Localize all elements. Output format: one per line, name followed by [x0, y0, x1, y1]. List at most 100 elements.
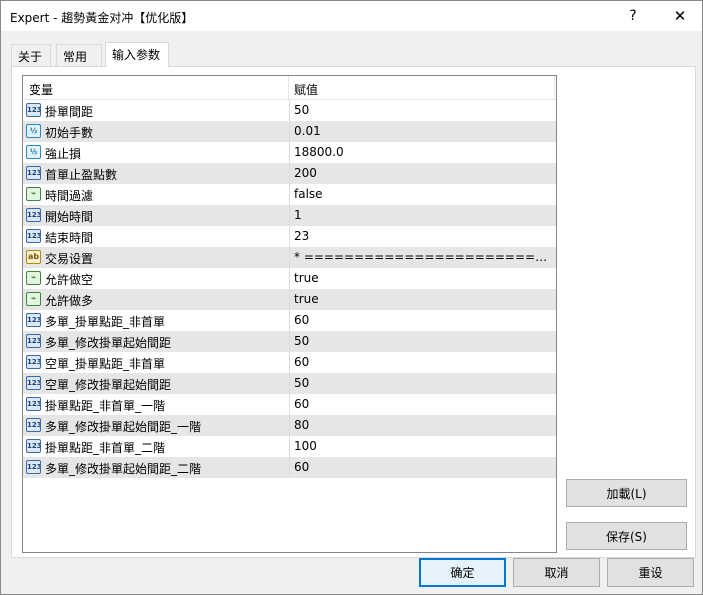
table-row[interactable]: 123 掛單點距_非首單_二階 100 — [23, 436, 556, 457]
close-icon[interactable]: ✕ — [658, 1, 702, 31]
int-type-icon: 123 — [26, 460, 41, 474]
table-row[interactable]: ½ 強止損 18800.0 — [23, 142, 556, 163]
tab-inputs[interactable]: 输入参数 — [105, 42, 169, 67]
int-type-icon: 123 — [26, 313, 41, 327]
table-row[interactable]: 123 空單_掛單點距_非首單 60 — [23, 352, 556, 373]
table-row[interactable]: 123 掛單點距_非首單_一階 60 — [23, 394, 556, 415]
column-divider — [289, 457, 290, 478]
table-row[interactable]: 123 開始時間 1 — [23, 205, 556, 226]
table-row[interactable]: 123 結束時間 23 — [23, 226, 556, 247]
table-row[interactable]: 123 多單_修改掛單起始間距_一階 80 — [23, 415, 556, 436]
column-divider — [289, 100, 290, 121]
variable-value[interactable]: 50 — [294, 103, 552, 117]
variable-value[interactable]: 80 — [294, 418, 552, 432]
bool-type-icon: ⌁ — [26, 292, 41, 306]
tab-common[interactable]: 常用 — [56, 44, 102, 66]
variable-name: 掛單點距_非首單_一階 — [45, 399, 166, 413]
int-type-icon: 123 — [26, 208, 41, 222]
variable-name: 時間過濾 — [45, 189, 94, 203]
table-row[interactable]: ½ 初始手數 0.01 — [23, 121, 556, 142]
column-divider — [289, 247, 290, 268]
inputs-grid[interactable]: 变量 赋值 123 掛單間距 50 ½ 初始手數 0.01 ½ 強止損 18800.0 123 首單… — [22, 75, 557, 553]
variable-value[interactable]: 50 — [294, 376, 552, 390]
column-divider — [289, 331, 290, 352]
help-icon[interactable]: ? — [611, 1, 655, 31]
variable-name: 多單_修改掛單起始間距 — [45, 336, 172, 350]
variable-name: 初始手數 — [45, 126, 94, 140]
reset-button[interactable]: 重设 — [607, 558, 694, 587]
table-row[interactable]: ab 交易设置 * ===========================... — [23, 247, 556, 268]
column-divider — [289, 415, 290, 436]
tab-about[interactable]: 关于 — [11, 44, 51, 66]
save-button[interactable]: 保存(S) — [566, 522, 687, 550]
cancel-button[interactable]: 取消 — [513, 558, 600, 587]
variable-value[interactable]: false — [294, 187, 552, 201]
variable-value[interactable]: * ===========================... — [294, 250, 552, 264]
int-type-icon: 123 — [26, 103, 41, 117]
variable-name: 允許做空 — [45, 273, 94, 287]
bool-type-icon: ⌁ — [26, 271, 41, 285]
variable-name: 多單_修改掛單起始間距_一階 — [45, 420, 202, 434]
load-button[interactable]: 加載(L) — [566, 479, 687, 507]
variable-name: 掛單間距 — [45, 105, 94, 119]
column-divider — [289, 184, 290, 205]
ok-button[interactable]: 确定 — [419, 558, 506, 587]
column-divider — [289, 394, 290, 415]
window-title: Expert - 趨勢黃金对冲【优化版】 — [10, 11, 194, 25]
variable-name: 多單_修改掛單起始間距_二階 — [45, 462, 202, 476]
table-row[interactable]: 123 多單_修改掛單起始間距_二階 60 — [23, 457, 556, 478]
string-type-icon: ab — [26, 250, 41, 264]
column-divider — [289, 226, 290, 247]
int-type-icon: 123 — [26, 439, 41, 453]
table-row[interactable]: ⌁ 時間過濾 false — [23, 184, 556, 205]
variable-value[interactable]: 18800.0 — [294, 145, 552, 159]
variable-value[interactable]: 60 — [294, 397, 552, 411]
int-type-icon: 123 — [26, 355, 41, 369]
table-row[interactable]: 123 多單_修改掛單起始間距 50 — [23, 331, 556, 352]
double-type-icon: ½ — [26, 145, 41, 159]
bool-type-icon: ⌁ — [26, 187, 41, 201]
variable-name: 允許做多 — [45, 294, 94, 308]
variable-name: 首單止盈點數 — [45, 168, 118, 182]
column-divider — [289, 310, 290, 331]
column-divider — [289, 268, 290, 289]
double-type-icon: ½ — [26, 124, 41, 138]
int-type-icon: 123 — [26, 397, 41, 411]
grid-header: 变量 赋值 — [23, 76, 556, 100]
variable-name: 掛單點距_非首單_二階 — [45, 441, 166, 455]
int-type-icon: 123 — [26, 166, 41, 180]
table-row[interactable]: ⌁ 允許做空 true — [23, 268, 556, 289]
variable-value[interactable]: 1 — [294, 208, 552, 222]
column-divider — [289, 163, 290, 184]
table-row[interactable]: 123 多單_掛單點距_非首單 60 — [23, 310, 556, 331]
variable-value[interactable]: 60 — [294, 313, 552, 327]
table-row[interactable]: ⌁ 允許做多 true — [23, 289, 556, 310]
column-divider — [289, 205, 290, 226]
column-header-variable[interactable]: 变量 — [23, 76, 289, 100]
title-bar: Expert - 趨勢黃金对冲【优化版】 ? ✕ — [1, 1, 702, 31]
variable-value[interactable]: 60 — [294, 460, 552, 474]
variable-value[interactable]: 23 — [294, 229, 552, 243]
variable-name: 交易设置 — [45, 252, 94, 266]
table-row[interactable]: 123 空單_修改掛單起始間距 50 — [23, 373, 556, 394]
variable-value[interactable]: 60 — [294, 355, 552, 369]
variable-value[interactable]: 50 — [294, 334, 552, 348]
variable-name: 結束時間 — [45, 231, 94, 245]
column-divider — [289, 121, 290, 142]
variable-value[interactable]: 100 — [294, 439, 552, 453]
column-divider — [289, 289, 290, 310]
column-header-value[interactable]: 赋值 — [289, 76, 555, 100]
variable-value[interactable]: true — [294, 292, 552, 306]
variable-name: 多單_掛單點距_非首單 — [45, 315, 166, 329]
expert-properties-dialog: Expert - 趨勢黃金对冲【优化版】 ? ✕ 关于 常用 输入参数 变量 赋… — [0, 0, 703, 595]
grid-rows: 123 掛單間距 50 ½ 初始手數 0.01 ½ 強止損 18800.0 123 首單止盈點數 20… — [23, 100, 556, 478]
variable-value[interactable]: 200 — [294, 166, 552, 180]
int-type-icon: 123 — [26, 418, 41, 432]
int-type-icon: 123 — [26, 376, 41, 390]
table-row[interactable]: 123 掛單間距 50 — [23, 100, 556, 121]
int-type-icon: 123 — [26, 229, 41, 243]
table-row[interactable]: 123 首單止盈點數 200 — [23, 163, 556, 184]
variable-value[interactable]: true — [294, 271, 552, 285]
variable-value[interactable]: 0.01 — [294, 124, 552, 138]
variable-name: 強止損 — [45, 147, 82, 161]
